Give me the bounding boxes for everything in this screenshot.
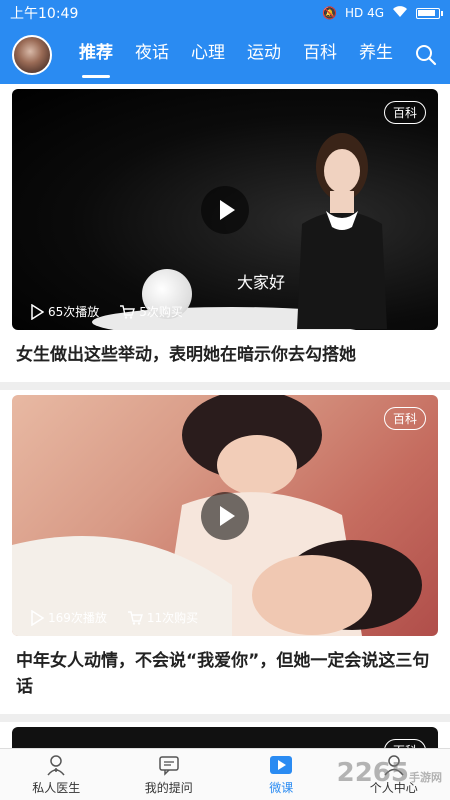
cart-icon: [127, 610, 143, 625]
video-stats: 169次播放 11次购买: [30, 609, 198, 626]
video-thumbnail[interactable]: 百科: [12, 727, 438, 748]
video-card[interactable]: 百科: [0, 722, 450, 748]
tab-health[interactable]: 养生: [348, 26, 404, 84]
status-icons: 🔕 HD 4G: [322, 5, 443, 21]
play-outline-icon: [31, 609, 44, 626]
watermark-brand: 2265: [336, 758, 409, 788]
search-icon[interactable]: [406, 35, 446, 75]
nav-my-questions[interactable]: 我的提问: [113, 749, 226, 800]
category-badge: 百科: [383, 739, 426, 748]
play-count-label: 65次播放: [48, 305, 100, 319]
status-time: 上午10:49: [10, 6, 79, 22]
nav-private-doctor[interactable]: 私人医生: [0, 749, 113, 800]
top-nav: 推荐 夜话 心理 运动 百科 养生: [0, 26, 450, 84]
nav-micro-course[interactable]: 微课: [225, 749, 338, 800]
purchase-count: 11次购买: [127, 609, 198, 626]
presenter-image: [297, 133, 387, 329]
play-outline-icon: [31, 303, 44, 320]
wifi-icon: [392, 5, 408, 21]
avatar[interactable]: [12, 35, 52, 75]
video-feed: 百科 大家好 65次播放 5次购买 女生做出这些举动，表明她在暗示你去勾搭她 百…: [0, 84, 450, 748]
watermark-logo: 2265手游网: [337, 758, 442, 788]
play-icon[interactable]: [201, 491, 249, 540]
video-icon: [270, 755, 293, 774]
doctor-icon: [47, 754, 65, 775]
subtitle-caption: 大家好: [237, 273, 286, 292]
cart-icon: [120, 304, 136, 319]
category-badge: 百科: [383, 101, 426, 124]
play-count: 65次播放: [30, 303, 99, 320]
video-card[interactable]: 百科 169次播放 11次购买 中年女人动情，不会说“我爱你”，但她一定会说这三…: [0, 390, 450, 714]
play-count: 169次播放: [30, 609, 107, 626]
tab-sports[interactable]: 运动: [236, 26, 292, 84]
video-thumbnail[interactable]: 百科 大家好 65次播放 5次购买: [12, 89, 438, 330]
battery-icon: [416, 7, 443, 19]
status-bar: 上午10:49 🔕 HD 4G: [0, 0, 450, 26]
tab-recommend[interactable]: 推荐: [68, 26, 124, 84]
video-title[interactable]: 中年女人动情，不会说“我爱你”，但她一定会说这三句话: [12, 636, 438, 714]
category-badge: 百科: [383, 407, 426, 430]
nav-label: 我的提问: [144, 780, 193, 795]
video-title[interactable]: 女生做出这些举动，表明她在暗示你去勾搭她: [12, 330, 438, 382]
tab-encyclopedia[interactable]: 百科: [292, 26, 348, 84]
purchase-count: 5次购买: [119, 303, 183, 320]
mute-icon: 🔕: [322, 6, 337, 20]
tab-night-talk[interactable]: 夜话: [124, 26, 180, 84]
watermark-suffix: 手游网: [409, 771, 442, 784]
video-card[interactable]: 百科 大家好 65次播放 5次购买 女生做出这些举动，表明她在暗示你去勾搭她: [0, 84, 450, 382]
play-count-label: 169次播放: [48, 611, 107, 625]
chat-icon: [159, 755, 179, 776]
tab-psychology[interactable]: 心理: [180, 26, 236, 84]
network-label: HD 4G: [344, 6, 384, 20]
category-tabs: 推荐 夜话 心理 运动 百科 养生: [68, 26, 406, 84]
video-thumbnail[interactable]: 百科 169次播放 11次购买: [12, 395, 438, 636]
nav-label: 私人医生: [32, 780, 81, 795]
purchase-count-label: 5次购买: [139, 305, 183, 319]
purchase-count-label: 11次购买: [146, 611, 199, 625]
play-icon[interactable]: [201, 185, 249, 234]
nav-label: 微课: [269, 780, 294, 795]
video-stats: 65次播放 5次购买: [30, 303, 183, 320]
